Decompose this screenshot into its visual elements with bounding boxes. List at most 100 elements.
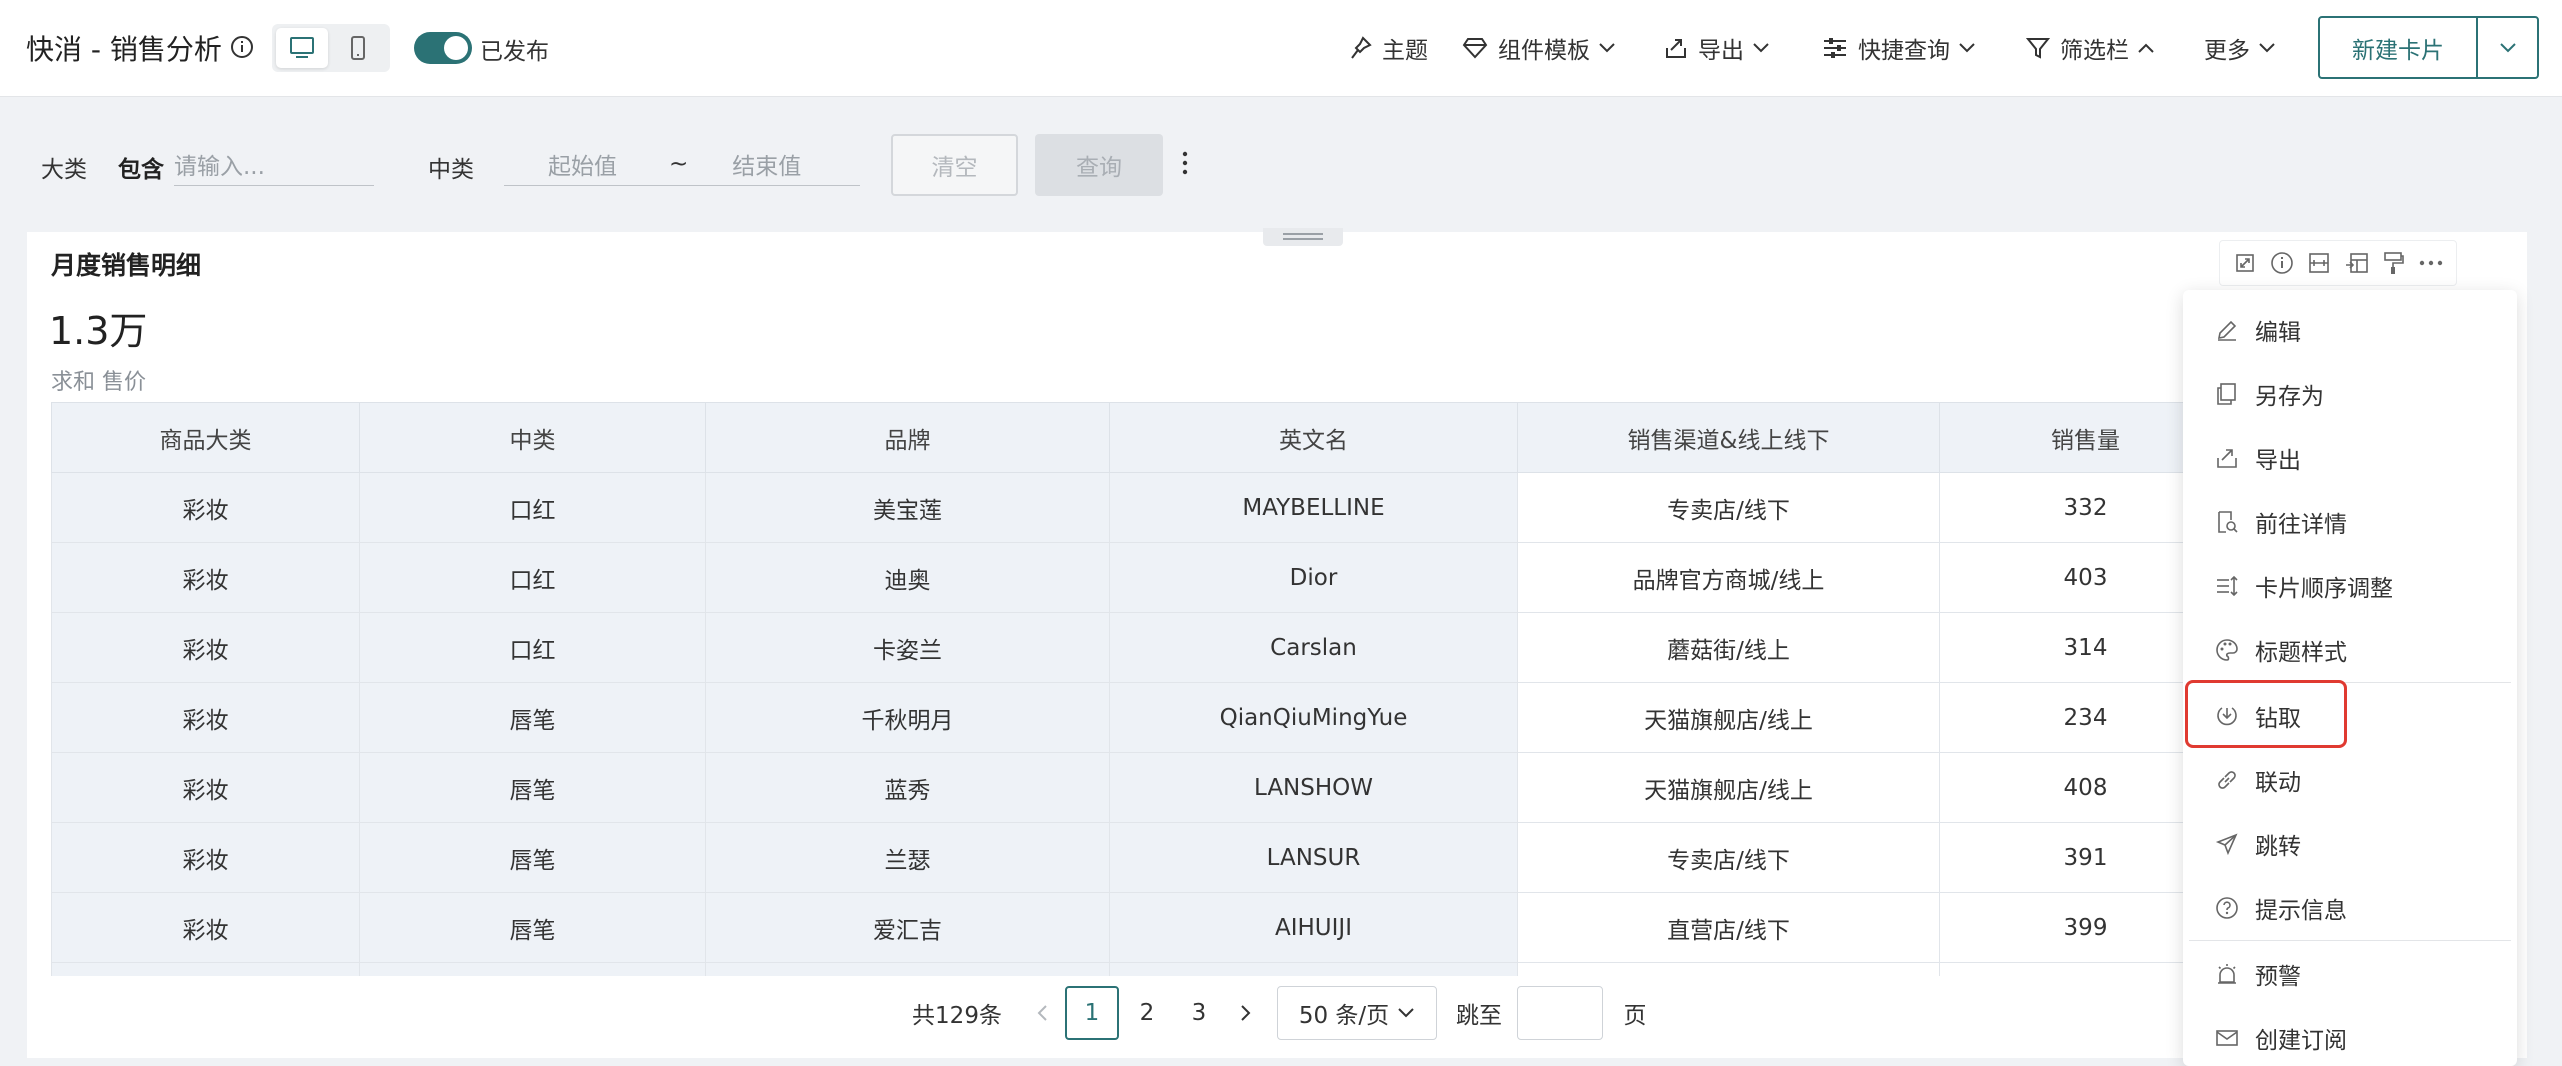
mobile-view-button[interactable] — [332, 28, 384, 68]
menu-item-export[interactable]: 导出 — [2183, 430, 2517, 486]
table-cell: 唇笔 — [359, 752, 706, 823]
prev-page-button[interactable] — [1027, 986, 1057, 1040]
link-icon — [2218, 771, 2236, 789]
menu-item-title-style[interactable]: 标题样式 — [2183, 622, 2517, 678]
table-cell: 蘑菇街/线上 — [1517, 612, 1940, 683]
menu-item-alert[interactable]: 预警 — [2183, 946, 2517, 1002]
table-cell: 口红 — [359, 612, 706, 683]
page-button-2[interactable]: 2 — [1127, 986, 1167, 1040]
table-cell: 专卖店/线下 — [1517, 472, 1940, 543]
new-card-button[interactable]: 新建卡片 — [2320, 18, 2478, 77]
desktop-view-button[interactable] — [276, 28, 328, 68]
column-header[interactable]: 品牌 — [705, 402, 1110, 473]
sales-detail-card: 月度销售明细 1.3万 求和 售价 商品大类 中类 品牌 英文名 销售渠道&线上… — [27, 228, 2527, 1058]
filter-bar-button[interactable]: 筛选栏 — [2026, 30, 2155, 66]
next-page-button[interactable] — [1231, 986, 1261, 1040]
sliders-icon — [1824, 38, 1846, 58]
clear-button[interactable]: 清空 — [891, 134, 1018, 196]
menu-item-linkage[interactable]: 联动 — [2183, 752, 2517, 808]
more-horizontal-icon[interactable] — [2416, 248, 2446, 278]
sales-table: 商品大类 中类 品牌 英文名 销售渠道&线上线下 销售量 彩妆 口红 美宝莲 MAYB… — [51, 402, 2231, 976]
more-label: 更多 — [2204, 38, 2250, 64]
table-cell: 天猫旗舰店/线上 — [1517, 752, 1940, 823]
export-button[interactable]: 导出 — [1664, 30, 1770, 66]
alarm-icon — [2218, 964, 2236, 984]
menu-item-details[interactable]: 前往详情 — [2183, 494, 2517, 550]
table-cell: 蓝秀 — [705, 752, 1110, 823]
card-title: 月度销售明细 — [51, 251, 202, 280]
diamond-icon — [1462, 38, 1488, 59]
card-total-value: 1.3万 — [49, 309, 148, 353]
palette-icon — [2216, 639, 2238, 661]
page-unit-label: 页 — [1623, 1003, 1647, 1029]
menu-item-label: 前往详情 — [2255, 512, 2347, 538]
quick-query-button[interactable]: 快捷查询 — [1822, 30, 1976, 66]
filter-bar: 大类 包含 请输入... 中类 起始值 ~ 结束值 清空 查询 — [0, 98, 2562, 214]
column-header[interactable]: 销售渠道&线上线下 — [1517, 402, 1940, 473]
pin-icon — [1351, 36, 1372, 59]
menu-item-label: 跳转 — [2255, 834, 2301, 860]
range-end-input[interactable]: 结束值 — [732, 147, 801, 181]
more-vertical-icon[interactable] — [1180, 150, 1190, 176]
table-cell: 彩妆 — [51, 822, 360, 893]
table-cell: LANSHOW — [1109, 752, 1518, 823]
menu-item-subscribe[interactable]: 创建订阅 — [2183, 1010, 2517, 1066]
column-header[interactable]: 中类 — [359, 402, 706, 473]
jump-page-input[interactable] — [1517, 986, 1603, 1040]
category-filter-input[interactable]: 请输入... — [174, 142, 374, 186]
info-circle-icon[interactable] — [2267, 248, 2297, 278]
menu-item-label: 编辑 — [2255, 320, 2301, 346]
page-title: 快消 - 销售分析 — [26, 33, 222, 66]
menu-item-label: 导出 — [2255, 448, 2301, 474]
table-cell: AIHUIJI — [1109, 892, 1518, 963]
component-template-button[interactable]: 组件模板 — [1462, 30, 1616, 66]
desktop-icon — [290, 37, 314, 58]
menu-item-edit[interactable]: 编辑 — [2183, 302, 2517, 358]
query-button[interactable]: 查询 — [1035, 134, 1163, 196]
send-icon — [2215, 833, 2238, 856]
page-button-3[interactable]: 3 — [1179, 986, 1219, 1040]
menu-item-save-as[interactable]: 另存为 — [2183, 366, 2517, 422]
category-filter-mode[interactable]: 包含 — [118, 150, 164, 184]
menu-item-label: 提示信息 — [2255, 898, 2347, 924]
table-row — [51, 962, 2231, 976]
menu-item-label: 标题样式 — [2255, 640, 2347, 666]
column-header[interactable]: 商品大类 — [51, 402, 360, 473]
menu-item-jump[interactable]: 跳转 — [2183, 816, 2517, 872]
format-painter-icon[interactable] — [2379, 248, 2409, 278]
column-header[interactable]: 英文名 — [1109, 402, 1518, 473]
range-start-input[interactable]: 起始值 — [548, 147, 617, 181]
chevron-down-icon — [1959, 43, 1975, 53]
export-icon — [1666, 39, 1686, 58]
drag-handle[interactable] — [1263, 228, 1343, 246]
page-size-select[interactable]: 50 条/页 — [1277, 986, 1437, 1040]
theme-button[interactable]: 主题 — [1350, 30, 1428, 66]
pagination: 共129条 1 2 3 50 条/页 跳至 页 — [27, 986, 2527, 1040]
column-width-icon[interactable] — [2304, 248, 2334, 278]
new-card-dropdown-button[interactable] — [2478, 18, 2537, 77]
publish-toggle[interactable] — [414, 32, 472, 64]
page-button-1[interactable]: 1 — [1065, 986, 1119, 1040]
quick-query-label: 快捷查询 — [1858, 38, 1950, 64]
menu-item-reorder[interactable]: 卡片顺序调整 — [2183, 558, 2517, 614]
table-cell: Dior — [1109, 542, 1518, 613]
table-cell: MAYBELLINE — [1109, 472, 1518, 543]
fullscreen-icon[interactable] — [2230, 248, 2260, 278]
table-cell: 彩妆 — [51, 682, 360, 753]
table-row: 彩妆 唇笔 兰瑟 LANSUR 专卖店/线下 391 — [51, 822, 2231, 893]
menu-item-label: 卡片顺序调整 — [2255, 576, 2393, 602]
chevron-down-icon — [1753, 43, 1769, 53]
menu-item-tooltip[interactable]: 提示信息 — [2183, 880, 2517, 936]
table-settings-icon[interactable] — [2342, 248, 2372, 278]
chevron-down-icon — [1398, 1008, 1414, 1018]
filter-bar-label: 筛选栏 — [2060, 38, 2129, 64]
more-button[interactable]: 更多 — [2204, 30, 2276, 66]
table-cell: LANSUR — [1109, 822, 1518, 893]
export-icon — [2217, 449, 2237, 468]
info-icon[interactable] — [230, 35, 254, 59]
table-cell: 美宝莲 — [705, 472, 1110, 543]
sub-category-filter-label: 中类 — [428, 157, 474, 183]
top-toolbar: 快消 - 销售分析 已发布 主题 组件模板 导出 快捷查询 筛选栏 更多 新建卡… — [0, 0, 2562, 97]
range-separator: ~ — [669, 150, 689, 177]
table-row: 彩妆 唇笔 千秋明月 QianQiuMingYue 天猫旗舰店/线上 234 — [51, 682, 2231, 753]
